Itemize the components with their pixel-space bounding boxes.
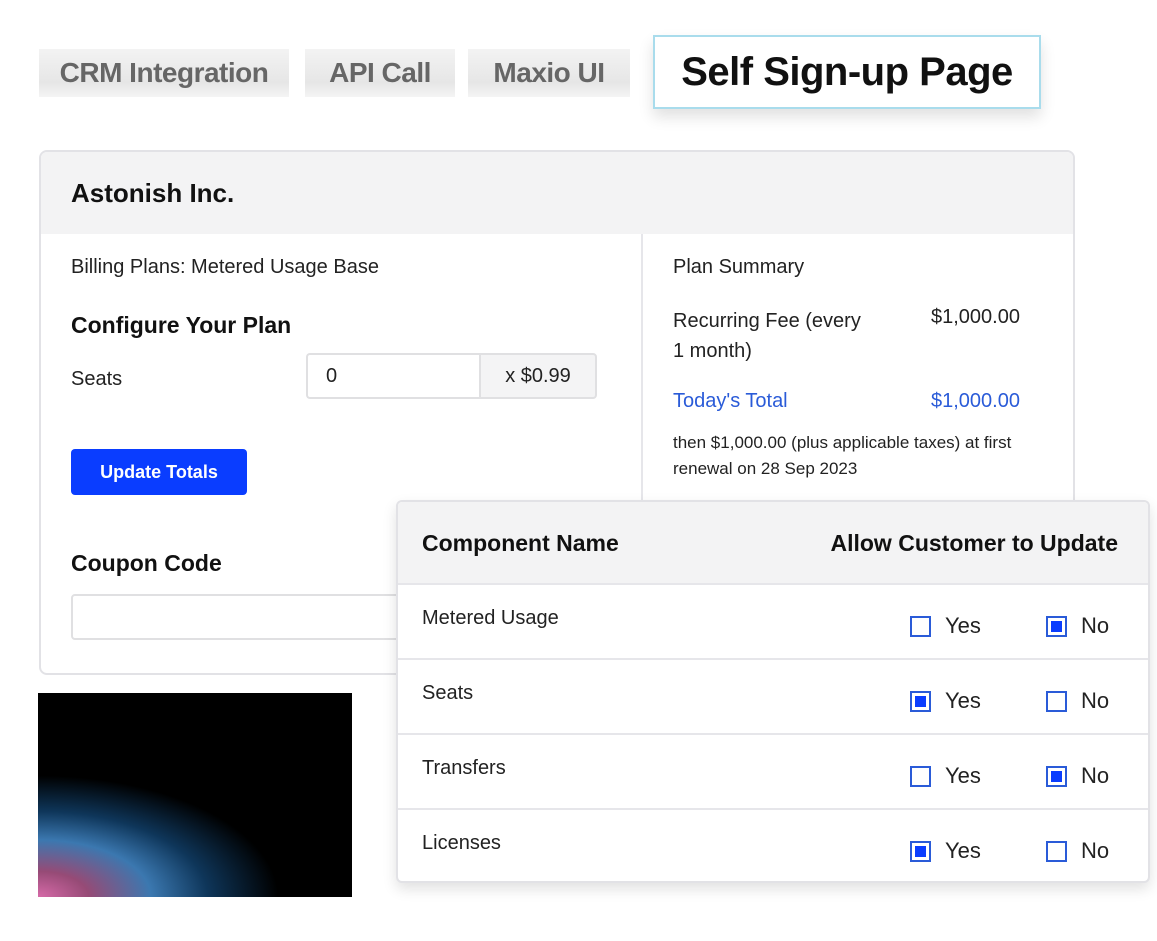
licenses-no-option[interactable]: No — [1046, 838, 1109, 864]
checkbox-checked[interactable] — [910, 840, 931, 862]
licenses-yes-option[interactable]: Yes — [910, 838, 981, 864]
header-component-name: Component Name — [422, 530, 619, 556]
header-allow-customer-update: Allow Customer to Update — [830, 530, 1118, 556]
todays-total-value: $1,000.00 — [931, 390, 1020, 412]
decorative-gradient-image — [38, 693, 352, 897]
yes-label: Yes — [945, 613, 981, 638]
tab-crm-integration[interactable]: CRM Integration — [39, 49, 289, 97]
component-name: Seats — [422, 682, 474, 704]
checkbox-unchecked[interactable] — [910, 765, 931, 787]
seats-no-option[interactable]: No — [1046, 688, 1109, 714]
todays-total-label: Today's Total — [673, 390, 788, 412]
checkbox-checked[interactable] — [1046, 765, 1067, 787]
seats-unit-price: x $0.99 — [479, 353, 597, 399]
checkbox-unchecked[interactable] — [910, 615, 931, 637]
table-row: Seats Yes No — [398, 658, 1148, 733]
tab-self-sign-up-page[interactable]: Self Sign-up Page — [653, 35, 1041, 109]
transfers-yes-option[interactable]: Yes — [910, 763, 981, 789]
checkbox-checked[interactable] — [1046, 615, 1067, 637]
seats-label: Seats — [71, 368, 123, 390]
no-label: No — [1081, 688, 1110, 713]
billing-plan-label: Billing Plans: Metered Usage Base — [71, 256, 379, 278]
tab-maxio-ui[interactable]: Maxio UI — [468, 49, 630, 97]
component-name: Transfers — [422, 757, 506, 779]
seats-input[interactable] — [306, 353, 481, 399]
recurring-fee-value: $1,000.00 — [931, 306, 1020, 328]
card-header: Astonish Inc. — [41, 152, 1073, 234]
table-row: Metered Usage Yes No — [398, 583, 1148, 658]
yes-label: Yes — [945, 763, 981, 788]
tab-api-call[interactable]: API Call — [305, 49, 455, 97]
yes-label: Yes — [945, 838, 981, 863]
component-name: Metered Usage — [422, 607, 559, 629]
no-label: No — [1081, 613, 1110, 638]
seats-yes-option[interactable]: Yes — [910, 688, 981, 714]
company-name: Astonish Inc. — [71, 177, 235, 208]
configure-plan-title: Configure Your Plan — [71, 312, 292, 338]
table-row: Transfers Yes No — [398, 733, 1148, 808]
recurring-fee-label: Recurring Fee (every 1 month) — [673, 310, 861, 362]
components-table: Component Name Allow Customer to Update … — [396, 500, 1150, 883]
renewal-note: then $1,000.00 (plus applicable taxes) a… — [673, 433, 1012, 478]
update-totals-button[interactable]: Update Totals — [71, 449, 247, 495]
transfers-no-option[interactable]: No — [1046, 763, 1109, 789]
metered-usage-yes-option[interactable]: Yes — [910, 613, 981, 639]
table-row: Licenses Yes No — [398, 808, 1148, 881]
no-label: No — [1081, 838, 1110, 863]
component-name: Licenses — [422, 832, 501, 854]
plan-summary-title: Plan Summary — [673, 256, 805, 278]
no-label: No — [1081, 763, 1110, 788]
checkbox-checked[interactable] — [910, 690, 931, 712]
checkbox-unchecked[interactable] — [1046, 690, 1067, 712]
table-header: Component Name Allow Customer to Update — [398, 502, 1148, 583]
yes-label: Yes — [945, 688, 981, 713]
coupon-code-label: Coupon Code — [71, 550, 222, 576]
metered-usage-no-option[interactable]: No — [1046, 613, 1109, 639]
checkbox-unchecked[interactable] — [1046, 840, 1067, 862]
